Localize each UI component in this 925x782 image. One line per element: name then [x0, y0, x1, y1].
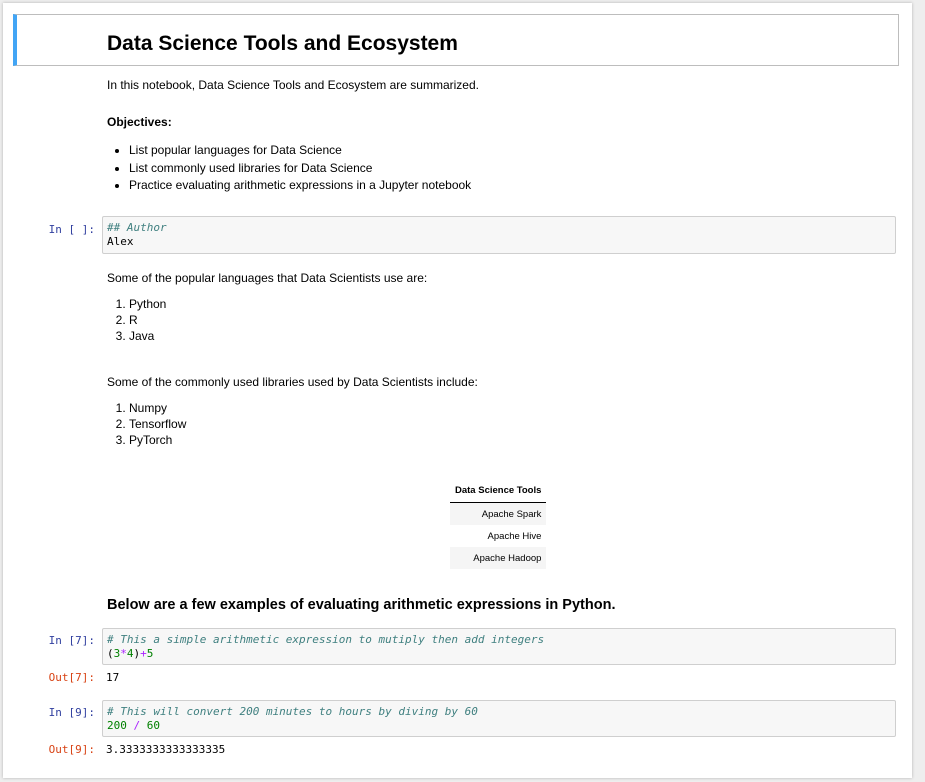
notebook-title: Data Science Tools and Ecosystem	[107, 32, 458, 55]
languages-intro: Some of the popular languages that Data …	[107, 271, 428, 285]
code-operator: /	[126, 719, 147, 732]
objectives-heading: Objectives:	[107, 115, 172, 129]
output-prompt: Out[7]:	[48, 671, 95, 684]
code-cell-9[interactable]: # This will convert 200 minutes to hours…	[102, 700, 896, 737]
code-number: 4	[126, 647, 134, 660]
table-row: Apache Hadoop	[450, 547, 547, 569]
code-comment: ## Author	[107, 221, 167, 234]
list-item: Tensorflow	[129, 416, 186, 432]
cell-output: 17	[106, 671, 120, 684]
objectives-list: List popular languages for Data Science …	[107, 142, 471, 195]
list-item: Python	[129, 296, 166, 312]
code-line: (3*4)+5	[107, 647, 891, 661]
list-item: R	[129, 312, 166, 328]
languages-list: Python R Java	[107, 296, 166, 344]
examples-heading: Below are a few examples of evaluating a…	[107, 597, 616, 613]
code-number: 5	[146, 647, 154, 660]
table-cell: Apache Spark	[450, 502, 547, 525]
output-prompt: Out[9]:	[48, 743, 95, 756]
list-item: Java	[129, 328, 166, 344]
list-item: PyTorch	[129, 432, 186, 448]
tools-table: Data Science Tools Apache Spark Apache H…	[450, 482, 547, 569]
code-operator: *	[120, 647, 127, 660]
intro-text: In this notebook, Data Science Tools and…	[107, 78, 479, 92]
libraries-list: Numpy Tensorflow PyTorch	[107, 400, 186, 448]
code-comment: # This a simple arithmetic expression to…	[107, 633, 545, 646]
table-row: Apache Hive	[450, 525, 546, 547]
list-item: Numpy	[129, 400, 186, 416]
code-token: (	[107, 647, 114, 660]
code-cell-author[interactable]: ## Author Alex	[102, 216, 896, 254]
input-prompt: In [9]:	[48, 706, 95, 719]
table-row: Apache Spark	[450, 502, 547, 525]
table-header: Data Science Tools	[450, 482, 547, 503]
list-item: List popular languages for Data Science	[129, 142, 471, 160]
code-number: 60	[146, 719, 160, 732]
table-cell: Apache Hive	[487, 530, 542, 542]
table-cell: Apache Hadoop	[450, 547, 547, 569]
code-cell-7[interactable]: # This a simple arithmetic expression to…	[102, 628, 896, 665]
code-line: 200 / 60	[107, 719, 891, 733]
notebook-page: Data Science Tools and Ecosystem In this…	[3, 3, 912, 778]
list-item: Practice evaluating arithmetic expressio…	[129, 177, 471, 195]
input-prompt: In [7]:	[48, 634, 95, 647]
libraries-intro: Some of the commonly used libraries used…	[107, 375, 478, 389]
code-number: 200	[107, 719, 127, 732]
code-line: Alex	[107, 235, 134, 248]
cell-output: 3.3333333333333335	[106, 743, 226, 756]
input-prompt: In [ ]:	[48, 223, 95, 236]
code-comment: # This will convert 200 minutes to hours…	[107, 705, 478, 718]
list-item: List commonly used libraries for Data Sc…	[129, 160, 471, 178]
code-operator: +	[140, 647, 147, 660]
